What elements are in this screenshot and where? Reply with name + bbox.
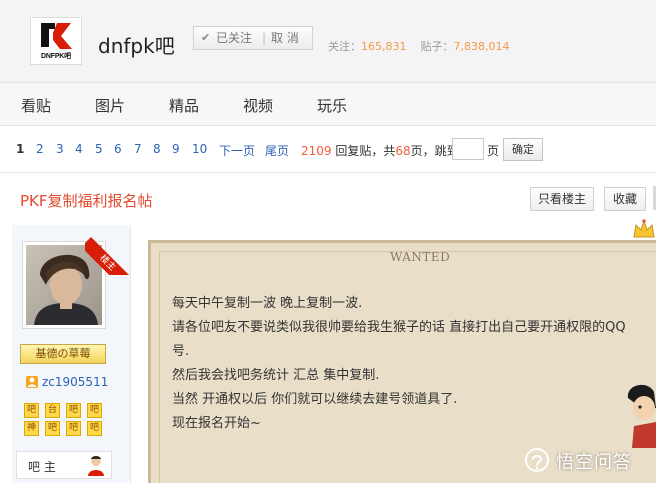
followed-label: 已关注 <box>216 31 253 45</box>
reply-label: 回复贴，共 <box>335 144 396 158</box>
page-link[interactable]: 7 <box>134 142 142 156</box>
only-op-button[interactable]: 只看楼主 <box>530 187 594 211</box>
moderator-icon <box>88 456 104 476</box>
forum-stats: 关注：165,831 贴子：7,838,014 <box>328 38 509 54</box>
badge-icon[interactable]: 吧 <box>87 421 102 436</box>
page-link[interactable]: 4 <box>75 142 83 156</box>
forum-name[interactable]: dnfpk吧 <box>98 30 175 59</box>
page-link[interactable]: 5 <box>95 142 103 156</box>
page-link[interactable]: 2 <box>36 142 44 156</box>
pagination: 1 2 3 4 5 6 7 8 9 10 下一页 尾页 2109 回复贴，共68… <box>0 136 656 164</box>
page-link[interactable]: 6 <box>114 142 122 156</box>
wanted-label: WANTED <box>390 250 451 264</box>
username[interactable]: zc1905511 <box>42 375 108 389</box>
page-link[interactable]: 3 <box>56 142 64 156</box>
jump-suffix: 页 <box>487 144 500 158</box>
check-icon: ✔ <box>201 31 211 44</box>
tab-fun[interactable]: 玩乐 <box>317 95 347 116</box>
rank-badge[interactable]: 基德の草莓 <box>20 344 106 364</box>
page-link-current: 1 <box>16 142 25 156</box>
followers-label: 关注： <box>328 40 361 53</box>
forum-header: DNFPK吧 dnfpk吧 ✔ 已关注 | 取 消 关注：165,831 贴子：7… <box>0 0 656 83</box>
page-link[interactable]: 8 <box>153 142 161 156</box>
badge-icon[interactable]: 吧 <box>87 403 102 418</box>
post-text-line: 请各位吧友不要说类似我很帅要给我生猴子的话 直接打出自己要开通权限的QQ <box>172 320 626 335</box>
reply-count: 2109 <box>301 144 332 158</box>
forum-tabs: 看贴 图片 精品 视频 玩乐 <box>0 83 656 126</box>
follow-toggle-button[interactable]: ✔ 已关注 | 取 消 <box>193 26 313 50</box>
divider: | <box>262 31 267 45</box>
post-text-line: 然后我会找吧务统计 汇总 集中复制. <box>172 368 380 383</box>
role-box: 吧 主 <box>16 451 112 479</box>
user-level-icon <box>26 376 38 388</box>
thread-title-bar: PKF复制福利报名帖 只看楼主 收藏 <box>0 172 656 226</box>
posts-count: 7,838,014 <box>453 40 510 53</box>
badge-icon[interactable]: 吧 <box>66 421 81 436</box>
page-link[interactable]: 10 <box>192 142 207 156</box>
followers-count: 165,831 <box>361 40 407 53</box>
badge-icon[interactable]: 台 <box>45 403 60 418</box>
tab-videos[interactable]: 视频 <box>243 95 273 116</box>
cartoon-character-icon <box>627 384 656 448</box>
reply-summary: 2109 回复贴，共68页，跳到 <box>301 142 459 159</box>
logo-mark-icon <box>41 23 72 49</box>
forum-logo[interactable]: DNFPK吧 <box>30 17 82 65</box>
badge-icon[interactable]: 吧 <box>24 403 39 418</box>
watermark-logo-icon <box>525 448 549 472</box>
unfollow-link[interactable]: 取 消 <box>271 27 299 49</box>
logo-text: DNFPK吧 <box>41 53 71 60</box>
role-label: 吧 主 <box>28 460 56 474</box>
last-page-link[interactable]: 尾页 <box>265 142 289 159</box>
badge-icon[interactable]: 吧 <box>66 403 81 418</box>
posts-label: 贴子： <box>420 40 454 53</box>
page-link[interactable]: 9 <box>172 142 180 156</box>
jump-page-input[interactable] <box>452 138 484 160</box>
post-text-line: 现在报名开始~ <box>172 416 261 431</box>
post-text-line: 每天中午复制一波 晚上复制一波. <box>172 296 363 311</box>
favorite-button[interactable]: 收藏 <box>604 187 646 211</box>
badge-icon[interactable]: 神 <box>24 421 39 436</box>
post-content-poster <box>148 240 656 483</box>
post-text-line: 当然 开通权以后 你们就可以继续去建号领道具了. <box>172 392 458 407</box>
jump-confirm-button[interactable]: 确定 <box>503 138 543 161</box>
badge-icon[interactable]: 吧 <box>45 421 60 436</box>
thread-title: PKF复制福利报名帖 <box>20 192 153 210</box>
tab-posts[interactable]: 看贴 <box>21 95 51 116</box>
post-text-line: 号. <box>172 344 190 359</box>
watermark-text: 悟空问答 <box>556 452 632 473</box>
op-ribbon: 楼主 <box>85 227 133 275</box>
page-count: 68 <box>395 144 411 158</box>
tab-images[interactable]: 图片 <box>95 95 125 116</box>
tab-featured[interactable]: 精品 <box>169 95 199 116</box>
next-page-link[interactable]: 下一页 <box>219 142 255 159</box>
crown-icon <box>633 219 655 238</box>
op-ribbon-label: 楼主 <box>85 237 133 275</box>
